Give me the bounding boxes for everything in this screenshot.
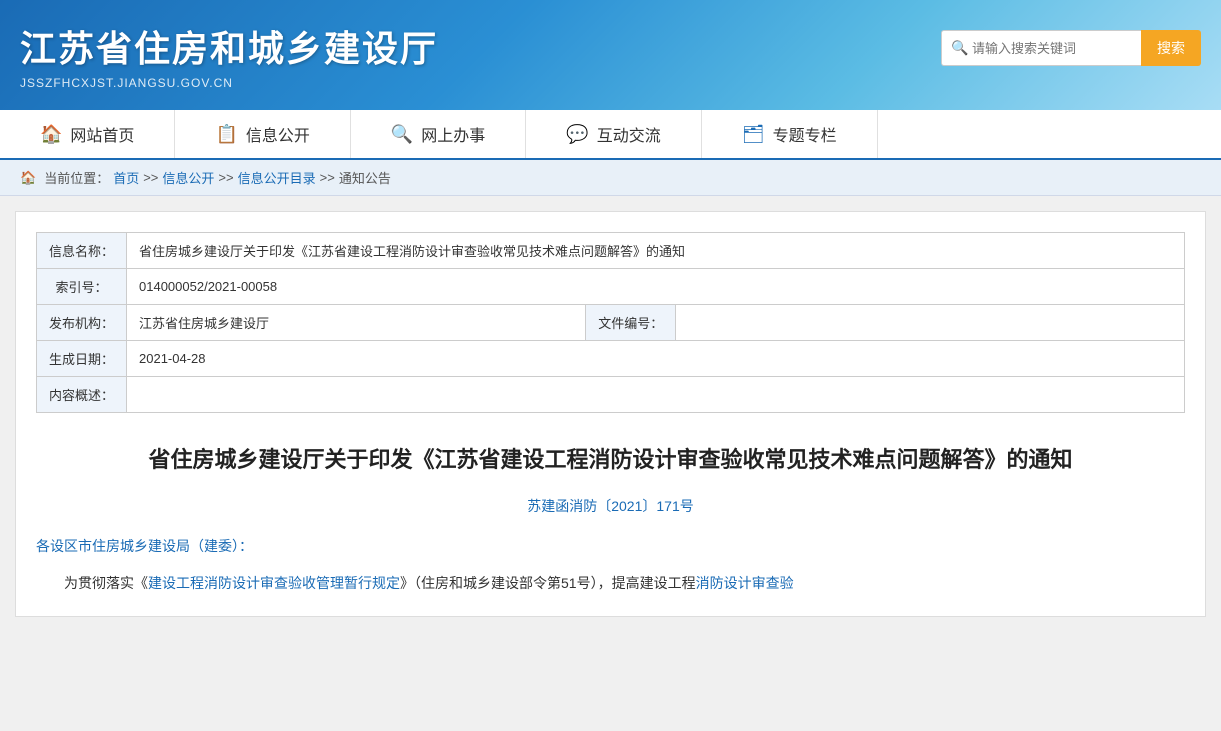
label-publisher: 发布机构： [37, 305, 127, 341]
article-highlight-1: 建设工程消防设计审查验收管理暂行规定 [148, 575, 400, 591]
value-summary [127, 377, 1185, 413]
nav-label-home: 网站首页 [70, 122, 134, 146]
table-row-date: 生成日期： 2021-04-28 [37, 341, 1185, 377]
nav-item-home[interactable]: 🏠 网站首页 [0, 110, 175, 158]
main-nav: 🏠 网站首页 📋 信息公开 🔍 网上办事 💬 互动交流 🗂 专题专栏 [0, 110, 1221, 160]
value-date: 2021-04-28 [127, 341, 1185, 377]
breadcrumb-catalog-link[interactable]: 信息公开目录 [238, 168, 316, 187]
value-info-title: 省住房城乡建设厅关于印发《江苏省建设工程消防设计审查验收常见技术难点问题解答》的… [127, 233, 1185, 269]
article-doc-no: 苏建函消防〔2021〕171号 [36, 496, 1185, 516]
home-icon: 🏠 [40, 124, 62, 145]
search-input[interactable] [941, 30, 1141, 66]
label-file-no: 文件编号： [586, 305, 676, 341]
special-icon: 🗂 [742, 124, 765, 145]
breadcrumb-home-link[interactable]: 首页 [113, 168, 139, 187]
info-table: 信息名称： 省住房城乡建设厅关于印发《江苏省建设工程消防设计审查验收常见技术难点… [36, 232, 1185, 413]
breadcrumb-info-link[interactable]: 信息公开 [162, 168, 214, 187]
online-icon: 🔍 [391, 124, 413, 145]
table-row-summary: 内容概述： [37, 377, 1185, 413]
article-title: 省住房城乡建设厅关于印发《江苏省建设工程消防设计审查验收常见技术难点问题解答》的… [36, 443, 1185, 476]
nav-item-interact[interactable]: 💬 互动交流 [526, 110, 701, 158]
label-index: 索引号： [37, 269, 127, 305]
article-body-text: 为贯彻落实《 [64, 575, 148, 591]
label-date: 生成日期： [37, 341, 127, 377]
breadcrumb-home-icon: 🏠 [20, 170, 36, 186]
nav-item-online[interactable]: 🔍 网上办事 [351, 110, 526, 158]
nav-label-online: 网上办事 [421, 122, 485, 146]
breadcrumb: 🏠 当前位置： 首页 >> 信息公开 >> 信息公开目录 >> 通知公告 [0, 160, 1221, 196]
breadcrumb-separator-3: >> [320, 170, 335, 185]
article-body: 为贯彻落实《建设工程消防设计审查验收管理暂行规定》（住房和城乡建设部令第51号）… [36, 571, 1185, 596]
info-icon: 📋 [215, 124, 237, 145]
breadcrumb-current-label: 当前位置： [44, 168, 109, 187]
article-recipient: 各设区市住房城乡建设局（建委）： [36, 536, 1185, 556]
label-summary: 内容概述： [37, 377, 127, 413]
table-row-title: 信息名称： 省住房城乡建设厅关于印发《江苏省建设工程消防设计审查验收常见技术难点… [37, 233, 1185, 269]
value-index: 014000052/2021-00058 [127, 269, 1185, 305]
label-info-title: 信息名称： [37, 233, 127, 269]
article-body-text-2: 》（住房和城乡建设部令第51号），提高建设工程 [400, 575, 696, 591]
nav-label-info: 信息公开 [246, 122, 310, 146]
value-publisher: 江苏省住房城乡建设厅 [127, 305, 586, 341]
main-content: 信息名称： 省住房城乡建设厅关于印发《江苏省建设工程消防设计审查验收常见技术难点… [15, 211, 1206, 617]
search-icon: 🔍 [951, 40, 968, 57]
nav-item-special[interactable]: 🗂 专题专栏 [702, 110, 878, 158]
breadcrumb-separator-1: >> [143, 170, 158, 185]
nav-label-interact: 互动交流 [597, 122, 661, 146]
breadcrumb-current-page: 通知公告 [339, 168, 391, 187]
nav-label-special: 专题专栏 [773, 122, 837, 146]
site-header: 江苏省住房和城乡建设厅 JSSZFHCXJST.JIANGSU.GOV.CN 🔍… [0, 0, 1221, 110]
search-button[interactable]: 搜索 [1141, 30, 1201, 66]
site-subtitle: JSSZFHCXJST.JIANGSU.GOV.CN [20, 76, 1201, 90]
article-highlight-2: 消防设计审查验 [696, 575, 794, 591]
header-search: 🔍 搜索 [941, 30, 1201, 66]
nav-item-info[interactable]: 📋 信息公开 [175, 110, 350, 158]
value-file-no [676, 305, 1185, 341]
interact-icon: 💬 [566, 124, 588, 145]
table-row-index: 索引号： 014000052/2021-00058 [37, 269, 1185, 305]
table-row-publisher: 发布机构： 江苏省住房城乡建设厅 文件编号： [37, 305, 1185, 341]
breadcrumb-separator-2: >> [218, 170, 233, 185]
